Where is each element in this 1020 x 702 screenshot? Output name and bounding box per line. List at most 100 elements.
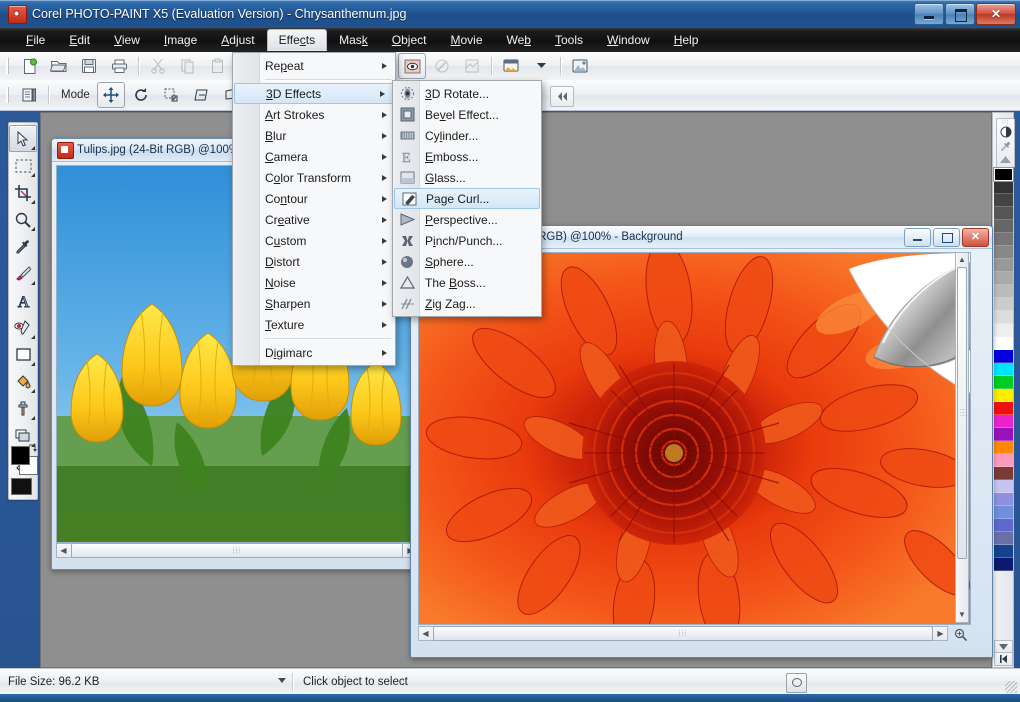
- toolbar-grip[interactable]: [4, 56, 11, 76]
- palette-swatch[interactable]: [994, 545, 1013, 558]
- palette-swatch[interactable]: [994, 168, 1013, 181]
- palette-swatch[interactable]: [994, 428, 1013, 441]
- palette-swatch[interactable]: [994, 480, 1013, 493]
- palette-swatch[interactable]: [994, 220, 1013, 233]
- paste-icon[interactable]: [204, 53, 232, 79]
- shape-tool[interactable]: [9, 341, 37, 368]
- effects-menu-item-noise[interactable]: Noise: [233, 272, 395, 293]
- chrysanthemum-maximize-button[interactable]: [933, 228, 960, 247]
- palette-swatch[interactable]: [994, 311, 1013, 324]
- palette-swatch[interactable]: [994, 272, 1013, 285]
- paint-tool[interactable]: [9, 260, 37, 287]
- palette-swatch[interactable]: [994, 519, 1013, 532]
- palette-swatch[interactable]: [994, 194, 1013, 207]
- fullscreen-preview-icon[interactable]: [497, 53, 525, 79]
- menu-item-file[interactable]: File: [14, 29, 57, 51]
- effects-3d-item-perspective[interactable]: Perspective...: [393, 209, 541, 230]
- effects-menu-item-creative[interactable]: Creative: [233, 209, 395, 230]
- third-color-swatch[interactable]: [11, 478, 32, 495]
- effects-3d-item-sphere[interactable]: Sphere...: [393, 251, 541, 272]
- palette-swatch[interactable]: [994, 207, 1013, 220]
- effects-3d-item-glass[interactable]: Glass...: [393, 167, 541, 188]
- mask-tool[interactable]: [9, 152, 37, 179]
- collapse-left-icon[interactable]: [550, 86, 574, 107]
- tulips-hscroll-thumb[interactable]: ⦙⦙⦙: [71, 543, 403, 558]
- fill-preview-icon[interactable]: [997, 125, 1014, 139]
- effects-menu-item-3d-effects[interactable]: 3D Effects: [234, 83, 394, 104]
- effects-dropdown-menu[interactable]: Repeat3D EffectsArt StrokesBlurCameraCol…: [232, 52, 396, 366]
- chrysanthemum-vscroll-thumb[interactable]: ⦙⦙⦙: [957, 267, 967, 559]
- chrysanthemum-vscrollbar[interactable]: ▲ ⦙⦙⦙ ▼: [955, 252, 969, 623]
- effects-3d-item-page-curl[interactable]: Page Curl...: [394, 188, 540, 209]
- eyedropper-tool[interactable]: [9, 233, 37, 260]
- copy-icon[interactable]: [174, 53, 202, 79]
- menu-item-window[interactable]: Window: [595, 29, 662, 51]
- effects-3d-item-cylinder[interactable]: Cylinder...: [393, 125, 541, 146]
- cut-icon[interactable]: [144, 53, 172, 79]
- palette-swatch[interactable]: [994, 441, 1013, 454]
- zoom-tool[interactable]: [9, 206, 37, 233]
- effects-menu-item-custom[interactable]: Custom: [233, 230, 395, 251]
- zoom-corner-icon[interactable]: [951, 626, 969, 642]
- palette-swatch[interactable]: [994, 259, 1013, 272]
- effects-menu-item-contour[interactable]: Contour: [233, 188, 395, 209]
- palette-swatch[interactable]: [994, 324, 1013, 337]
- palette-swatch[interactable]: [994, 246, 1013, 259]
- effects-menu-item-sharpen[interactable]: Sharpen: [233, 293, 395, 314]
- menu-item-mask[interactable]: Mask: [327, 29, 380, 51]
- color-palette[interactable]: [994, 168, 1013, 571]
- palette-swatch[interactable]: [994, 376, 1013, 389]
- effects-menu-item-camera[interactable]: Camera: [233, 146, 395, 167]
- effects-3d-submenu[interactable]: 3D Rotate...Bevel Effect...Cylinder...EE…: [392, 80, 542, 317]
- effects-3d-item-emboss[interactable]: EEmboss...: [393, 146, 541, 167]
- effects-menu-item-texture[interactable]: Texture: [233, 314, 395, 335]
- mask-overlay-icon[interactable]: [398, 53, 426, 79]
- palette-swatch[interactable]: [994, 506, 1013, 519]
- palette-swatch[interactable]: [994, 363, 1013, 376]
- chrysanthemum-close-button[interactable]: ✕: [962, 228, 989, 247]
- palette-swatch[interactable]: [994, 298, 1013, 311]
- effects-menu-item-color-transform[interactable]: Color Transform: [233, 167, 395, 188]
- effects-menu-item-art-strokes[interactable]: Art Strokes: [233, 104, 395, 125]
- scroll-right-arrow-icon[interactable]: ▶: [934, 627, 947, 640]
- palette-swatch[interactable]: [994, 415, 1013, 428]
- scroll-left-arrow-icon[interactable]: ◀: [57, 544, 70, 557]
- palette-swatch[interactable]: [994, 454, 1013, 467]
- palette-swatch[interactable]: [994, 493, 1013, 506]
- scroll-down-arrow-icon[interactable]: ▼: [956, 608, 968, 621]
- effects-3d-item-3d-rotate[interactable]: 3D Rotate...: [393, 83, 541, 104]
- effects-3d-item-the-boss[interactable]: The Boss...: [393, 272, 541, 293]
- maximize-button[interactable]: [945, 3, 975, 25]
- menu-item-web[interactable]: Web: [495, 29, 543, 51]
- mode-rotate-icon[interactable]: [127, 82, 155, 108]
- text-tool[interactable]: A: [9, 287, 37, 314]
- mode-skew-icon[interactable]: [187, 82, 215, 108]
- close-button[interactable]: ✕: [976, 3, 1016, 25]
- menu-item-movie[interactable]: Movie: [438, 29, 494, 51]
- fill-tool[interactable]: [9, 368, 37, 395]
- mode-scale-icon[interactable]: [157, 82, 185, 108]
- gradient-dock-icon[interactable]: [997, 153, 1014, 165]
- save-icon[interactable]: [75, 53, 103, 79]
- menu-item-image[interactable]: Image: [152, 29, 209, 51]
- menu-item-effects[interactable]: Effects: [267, 29, 327, 51]
- minimize-button[interactable]: [914, 3, 944, 25]
- object-docker-icon[interactable]: [15, 82, 43, 108]
- clear-mask-icon[interactable]: [428, 53, 456, 79]
- scroll-up-arrow-icon[interactable]: ▲: [956, 253, 968, 266]
- eyedropper-dock-icon[interactable]: [997, 139, 1014, 153]
- chrysanthemum-hscrollbar[interactable]: ◀ ⦙⦙⦙ ▶: [418, 626, 948, 641]
- menu-item-view[interactable]: View: [102, 29, 152, 51]
- effects-menu-item-blur[interactable]: Blur: [233, 125, 395, 146]
- invert-mask-icon[interactable]: [458, 53, 486, 79]
- effects-3d-item-pinch-punch[interactable]: Pinch/Punch...: [393, 230, 541, 251]
- snapshot-icon[interactable]: [786, 673, 807, 693]
- palette-swatch[interactable]: [994, 285, 1013, 298]
- palette-swatch[interactable]: [994, 337, 1013, 350]
- resize-grip[interactable]: [1005, 681, 1017, 693]
- file-size-dropdown-icon[interactable]: [278, 678, 286, 683]
- property-bar-grip[interactable]: [4, 85, 11, 105]
- menu-item-edit[interactable]: Edit: [57, 29, 102, 51]
- pick-tool[interactable]: [9, 125, 37, 152]
- palette-swatch[interactable]: [994, 467, 1013, 480]
